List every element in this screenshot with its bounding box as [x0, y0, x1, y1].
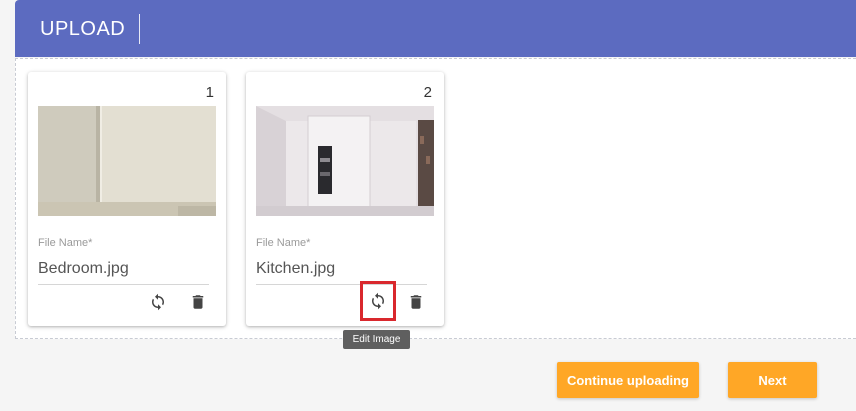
image-thumbnail	[38, 106, 216, 216]
replace-icon	[152, 293, 164, 311]
file-name-label: File Name*	[256, 237, 311, 249]
page-title: UPLOAD	[40, 13, 141, 44]
card-index: 2	[423, 84, 432, 101]
card-index: 1	[205, 84, 214, 101]
trash-icon	[410, 295, 422, 309]
replace-icon	[372, 292, 384, 310]
replace-image-button[interactable]	[360, 281, 396, 321]
edit-image-tooltip: Edit Image	[343, 330, 410, 349]
delete-image-button[interactable]	[402, 288, 430, 316]
image-thumbnail	[256, 106, 434, 216]
file-name-field[interactable]: Kitchen.jpg	[256, 260, 427, 285]
continue-uploading-button[interactable]: Continue uploading	[557, 362, 699, 398]
file-name-field[interactable]: Bedroom.jpg	[38, 260, 209, 285]
next-button[interactable]: Next	[728, 362, 817, 398]
image-card-kitchen: 2 File Name* Kitchen.jpg	[246, 72, 444, 326]
image-card-bedroom: 1 File Name* Bedroom.jpg	[28, 72, 226, 326]
file-name-label: File Name*	[38, 237, 93, 249]
trash-icon	[192, 295, 204, 309]
delete-image-button[interactable]	[184, 288, 212, 316]
replace-image-button[interactable]	[144, 288, 172, 316]
upload-header: UPLOAD	[15, 0, 856, 57]
